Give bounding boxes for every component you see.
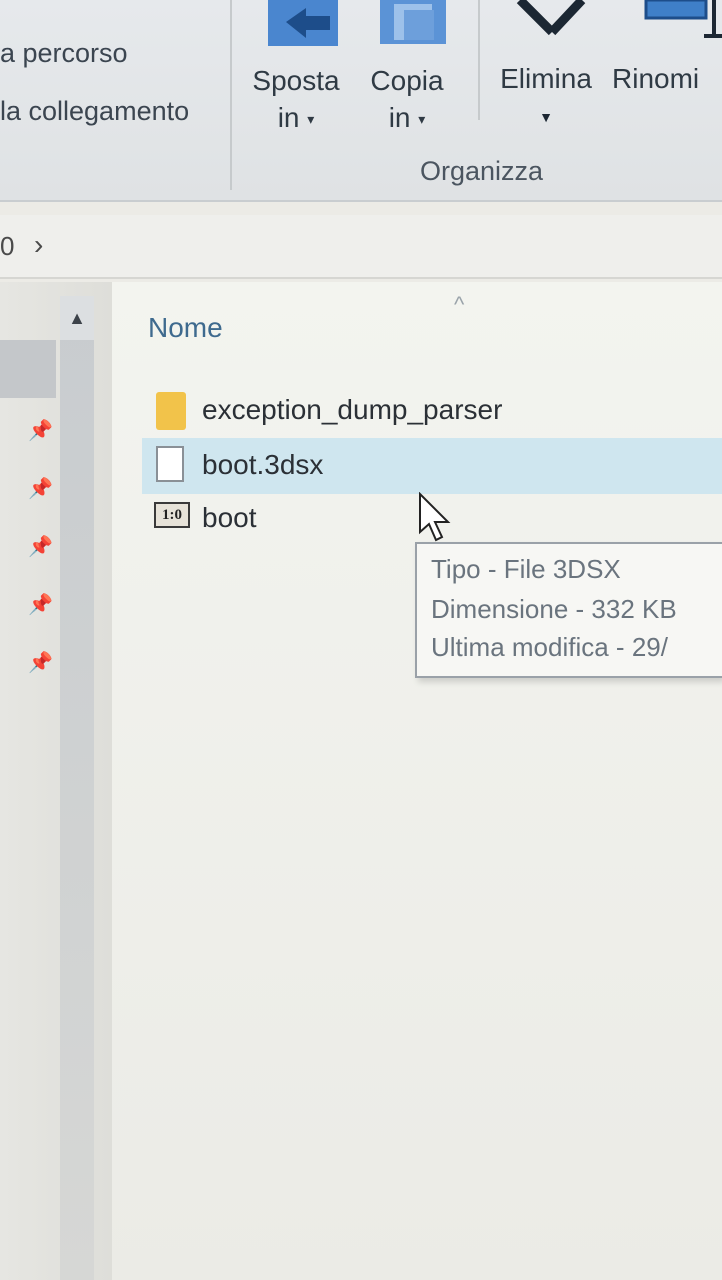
copy-path-item[interactable]: a percorso bbox=[0, 38, 128, 69]
navigation-pane bbox=[0, 282, 112, 1280]
breadcrumb-separator-icon[interactable]: › bbox=[34, 229, 43, 261]
delete-button[interactable]: Elimina ▼ bbox=[492, 60, 600, 136]
move-to-icon bbox=[268, 0, 340, 53]
file-icon bbox=[156, 446, 184, 482]
group-label-organize: Organizza bbox=[420, 156, 544, 186]
tooltip-modified: Ultima modifica - 29/ bbox=[431, 632, 668, 662]
ribbon-separator bbox=[230, 0, 232, 190]
tooltip-size: Dimensione - 332 KB bbox=[431, 594, 677, 624]
chevron-down-icon: ▾ bbox=[418, 111, 426, 128]
pin-icon[interactable]: 📌 bbox=[28, 650, 53, 674]
address-bar[interactable]: 0 › bbox=[0, 215, 722, 279]
chevron-down-icon: ▼ bbox=[539, 109, 553, 126]
binary-file-icon: 1:0 bbox=[154, 502, 190, 528]
folder-icon bbox=[156, 392, 186, 430]
breadcrumb-item[interactable]: 0 bbox=[0, 231, 14, 262]
pin-icon[interactable]: 📌 bbox=[28, 534, 53, 558]
move-to-button[interactable]: Sposta in ▾ bbox=[248, 62, 344, 138]
copy-to-icon bbox=[380, 0, 452, 53]
list-item-selected[interactable]: boot.3dsx bbox=[142, 438, 722, 494]
file-name: boot bbox=[202, 502, 257, 533]
nav-scrollbar[interactable] bbox=[60, 296, 94, 1280]
paste-shortcut-item[interactable]: la collegamento bbox=[0, 96, 189, 127]
list-item[interactable]: exception_dump_parser bbox=[142, 386, 722, 436]
sort-ascending-icon: ^ bbox=[454, 292, 465, 317]
rename-button[interactable]: Rinomi bbox=[612, 60, 722, 97]
nav-selected-item[interactable] bbox=[0, 340, 56, 398]
pin-icon[interactable]: 📌 bbox=[28, 418, 53, 442]
ribbon-separator bbox=[478, 0, 480, 120]
mouse-cursor-icon bbox=[418, 491, 452, 549]
tooltip-type: Tipo - File 3DSX bbox=[431, 554, 621, 584]
pin-icon[interactable]: 📌 bbox=[28, 592, 53, 616]
rename-icon bbox=[644, 0, 722, 47]
file-name: boot.3dsx bbox=[202, 449, 324, 480]
copy-to-button[interactable]: Copia in ▾ bbox=[360, 62, 454, 138]
column-header-name[interactable]: Nome bbox=[148, 312, 223, 344]
ribbon: a percorso la collegamento Sposta in ▾ C… bbox=[0, 0, 722, 202]
chevron-down-icon: ▾ bbox=[307, 111, 315, 128]
file-name: exception_dump_parser bbox=[202, 394, 503, 425]
scroll-up-icon[interactable]: ▲ bbox=[60, 296, 94, 340]
pin-icon[interactable]: 📌 bbox=[28, 476, 53, 500]
file-info-tooltip: Tipo - File 3DSX Dimensione - 332 KB Ult… bbox=[415, 542, 722, 678]
delete-icon bbox=[512, 0, 586, 47]
